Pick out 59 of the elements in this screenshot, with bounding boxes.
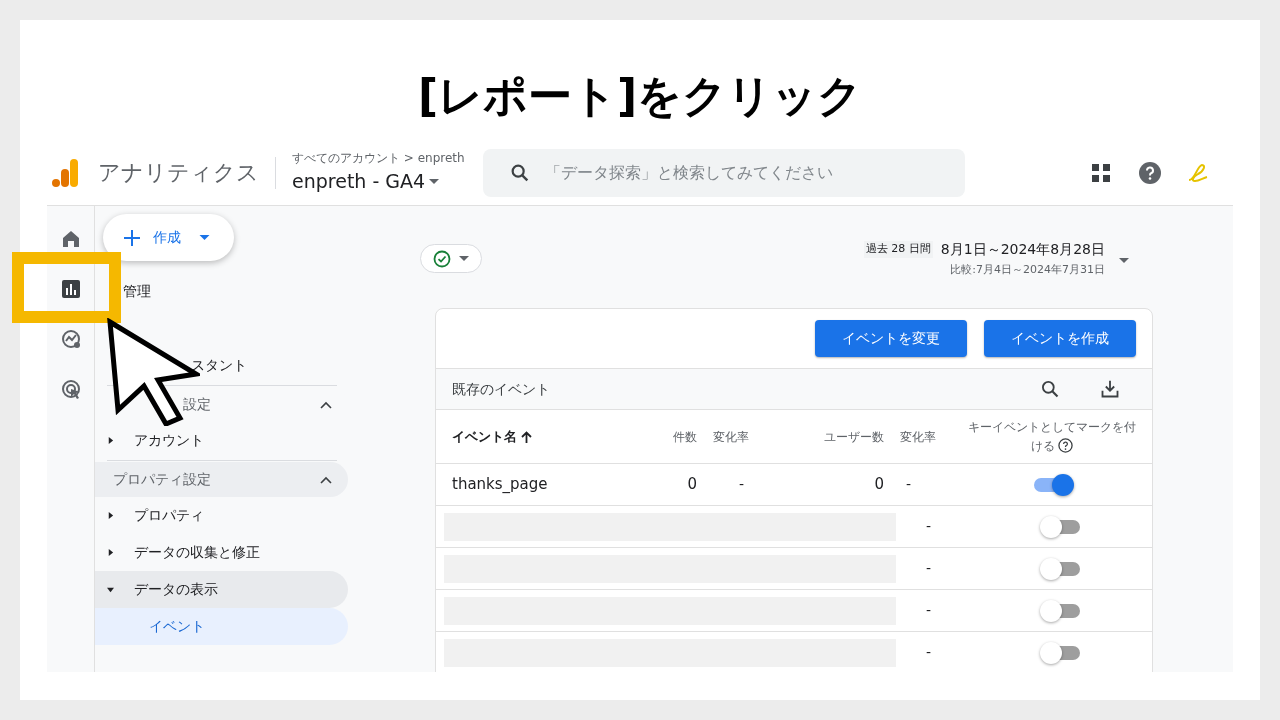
help-icon[interactable]	[1138, 161, 1161, 184]
section-label: プロパティ設定	[113, 470, 212, 489]
target-cursor-icon[interactable]	[59, 378, 82, 400]
analytics-logo-icon[interactable]	[52, 157, 80, 188]
apps-grid-icon[interactable]	[1090, 162, 1111, 183]
search-icon[interactable]	[1040, 379, 1060, 399]
table-cell-text: -	[926, 559, 932, 578]
column-header[interactable]: 変化率	[900, 427, 936, 446]
caret-icon	[199, 234, 210, 241]
search-field[interactable]: 「データ探索」と検索してみてください	[482, 148, 965, 197]
plus-icon	[123, 228, 141, 247]
caret-icon[interactable]	[1119, 258, 1129, 264]
status-chip[interactable]	[420, 244, 482, 273]
check-circle-icon	[433, 249, 451, 268]
table-title: 既存のイベント	[452, 379, 551, 399]
column-header[interactable]: 件数	[673, 427, 697, 446]
sidebar-item[interactable]: 管理	[123, 281, 151, 302]
sidebar-item[interactable]: スタント	[191, 355, 247, 376]
date-range: 8月1日～2024年8月28日	[940, 240, 1105, 259]
help-icon[interactable]	[1058, 437, 1073, 453]
column-header[interactable]: 変化率	[713, 427, 749, 446]
sidebar-item[interactable]: データの表示	[95, 571, 348, 608]
sidebar-item[interactable]: アカウント	[95, 422, 348, 459]
trend-circle-icon[interactable]	[59, 328, 82, 350]
sort-arrow-icon	[521, 430, 532, 443]
caret-down-icon	[107, 586, 114, 593]
table-cell-text: thanks_page	[452, 474, 548, 496]
sidebar-item[interactable]: プロパティ	[95, 497, 348, 534]
section-header[interactable]: プロパティ設定	[95, 462, 348, 497]
property-selector[interactable]: enpreth - GA4	[292, 167, 465, 196]
product-name: アナリティクス	[98, 159, 259, 187]
bar-chart-icon[interactable]	[59, 278, 82, 300]
table-cell-text: -	[926, 601, 932, 620]
caret-icon	[459, 255, 469, 262]
download-icon[interactable]	[1100, 379, 1120, 399]
column-header[interactable]: ユーザー数	[824, 427, 884, 446]
section-label: 設定	[183, 395, 212, 414]
column-header: キーイベントとしてマークを付ける	[968, 418, 1136, 455]
table-cell-text: -	[905, 475, 912, 494]
table-cell-text: -	[738, 475, 745, 494]
table-cell-text: 0	[687, 474, 697, 496]
caret-icon	[429, 178, 440, 185]
caret-right-icon	[107, 549, 114, 556]
date-preset-label: 過去 28 日間	[863, 241, 933, 258]
slide-title: [レポート]をクリック	[416, 69, 864, 123]
table-cell-text: -	[926, 517, 932, 536]
compare-range: 比較:7月4日～2024年7月31日	[950, 262, 1105, 278]
table-cell-text: -	[926, 643, 932, 662]
table-cell-text: 0	[874, 474, 884, 496]
column-header[interactable]: イベント名	[452, 426, 642, 447]
action-button[interactable]: イベントを変更	[815, 320, 967, 357]
caret-right-icon	[107, 512, 114, 519]
action-button[interactable]: イベントを作成	[984, 320, 1136, 357]
sidebar-item[interactable]: イベント	[95, 608, 348, 645]
create-button[interactable]: 作成	[103, 214, 234, 261]
sidebar-item[interactable]: データの収集と修正	[95, 534, 348, 571]
search-input[interactable]: 「データ探索」と検索してみてください	[544, 160, 945, 185]
caret-right-icon	[107, 437, 114, 444]
breadcrumb[interactable]: すべてのアカウント > enpreth	[292, 149, 465, 168]
